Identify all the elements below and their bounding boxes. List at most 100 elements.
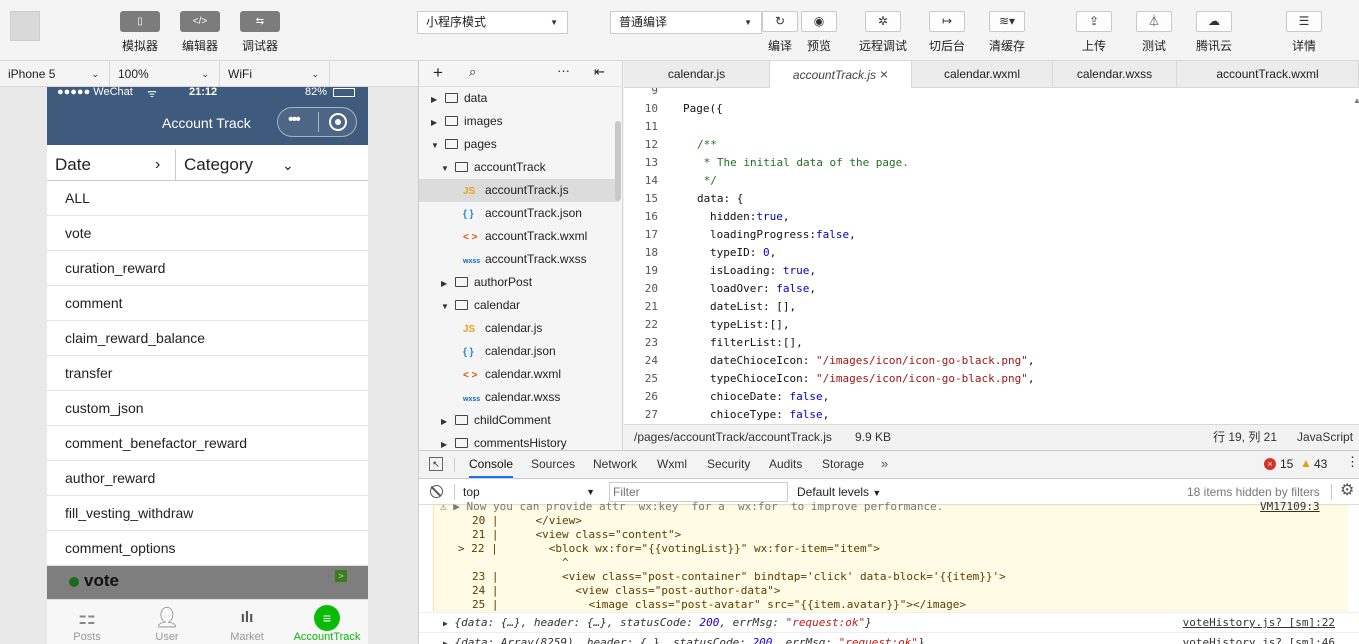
list-item[interactable]: transfer xyxy=(47,356,368,391)
tree-folder[interactable]: ▶ commentsHistory xyxy=(419,432,619,450)
devtools-tab-wxml[interactable]: Wxml xyxy=(657,451,687,478)
context-select[interactable]: top ▼ xyxy=(459,482,599,502)
levels-select[interactable]: Default levels ▼ xyxy=(797,482,881,502)
log-source-link[interactable]: voteHistory.js? [sm]:22 xyxy=(1183,613,1335,633)
devtools-tab-security[interactable]: Security xyxy=(707,451,750,478)
editor-toggle-button[interactable]: </> 编辑器 xyxy=(170,11,230,54)
expand-arrow-icon[interactable]: ▶ xyxy=(443,619,448,628)
tree-file[interactable]: JS calendar.js xyxy=(419,317,619,340)
close-miniprogram-icon[interactable] xyxy=(329,113,347,131)
editor-tab[interactable]: accountTrack.js × xyxy=(770,61,912,88)
more-dots-icon[interactable]: ••• xyxy=(288,111,301,129)
clear-console-icon[interactable] xyxy=(430,485,443,498)
list-item[interactable]: fill_vesting_withdraw xyxy=(47,496,368,531)
tree-folder[interactable]: ▼ calendar xyxy=(419,294,619,317)
caret-right-icon[interactable]: ▶ xyxy=(441,410,451,433)
tree-folder[interactable]: ▼ pages xyxy=(419,133,619,156)
tencent-cloud-button[interactable]: ☁ 腾讯云 xyxy=(1184,11,1244,54)
list-item[interactable]: vote xyxy=(47,216,368,251)
close-icon[interactable]: × xyxy=(876,66,888,82)
list-item[interactable]: author_reward xyxy=(47,461,368,496)
code-editor[interactable]: 9 10 11 12 13 14 15 16 17 18 19 20 21 22 23 24 25 26 27 Pa… xyxy=(624,88,1359,424)
devtools-tab-network[interactable]: Network xyxy=(593,451,637,478)
tree-folder[interactable]: ▼ accountTrack xyxy=(419,156,619,179)
warning-source-link[interactable]: VM17109:3 xyxy=(1260,500,1320,513)
tab-market[interactable]: ılı Market xyxy=(207,600,287,644)
console-filter-input[interactable] xyxy=(609,482,788,502)
kebab-menu-icon[interactable]: ⋮ xyxy=(1346,454,1359,470)
devtools-tab-audits[interactable]: Audits xyxy=(769,451,802,478)
error-count[interactable]: 15 xyxy=(1280,457,1293,471)
caret-right-icon[interactable]: ▶ xyxy=(431,88,441,111)
expand-arrow-icon[interactable]: ▶ xyxy=(443,639,448,644)
date-filter[interactable]: Date › xyxy=(55,150,175,180)
console-log-row[interactable]: ▶ {data: Array(8259), header: {…}, statu… xyxy=(419,632,1359,644)
caret-down-icon[interactable]: ▼ xyxy=(441,295,451,318)
add-icon[interactable]: + xyxy=(433,63,443,83)
devtools-tab-storage[interactable]: Storage xyxy=(822,451,864,478)
console-log-row[interactable]: ▶ {data: {…}, header: {…}, statusCode: 2… xyxy=(419,612,1359,632)
tab-posts[interactable]: ⚏ Posts xyxy=(47,600,127,644)
devtools-tab-console[interactable]: Console xyxy=(469,451,514,478)
list-item[interactable]: claim_reward_balance xyxy=(47,321,368,356)
tree-folder[interactable]: ▶ images xyxy=(419,110,619,133)
remote-debug-button[interactable]: ✲ 远程调试 xyxy=(853,11,913,54)
list-item[interactable]: comment_benefactor_reward xyxy=(47,426,368,461)
caret-right-icon[interactable]: ▶ xyxy=(441,433,451,450)
caret-down-icon[interactable]: ▼ xyxy=(431,134,441,157)
clear-cache-button[interactable]: ≋▾ 清缓存 xyxy=(977,11,1037,54)
editor-tab[interactable]: calendar.js xyxy=(624,61,770,88)
test-button[interactable]: ⏃ 测试 xyxy=(1124,11,1184,54)
list-item[interactable]: curation_reward xyxy=(47,251,368,286)
background-button[interactable]: ↦ 切后台 xyxy=(917,11,977,54)
upload-button[interactable]: ⇪ 上传 xyxy=(1064,11,1124,54)
tree-file[interactable]: wxss accountTrack.wxss xyxy=(419,248,619,271)
network-select[interactable]: WiFi ⌄ xyxy=(220,61,330,87)
more-icon[interactable]: ··· xyxy=(557,63,570,78)
zoom-select[interactable]: 100% ⌄ xyxy=(110,61,220,87)
details-button[interactable]: ☰ 详情 xyxy=(1274,11,1334,54)
settings-gear-icon[interactable]: ⚙ xyxy=(1340,480,1354,500)
compile-mode-select[interactable]: 普通编译 ▼ xyxy=(610,11,762,34)
tree-file[interactable]: wxss calendar.wxss xyxy=(419,386,619,409)
list-item[interactable]: comment_options xyxy=(47,531,368,566)
editor-tab[interactable]: calendar.wxml xyxy=(912,61,1053,88)
caret-right-icon[interactable]: ▶ xyxy=(441,272,451,295)
device-select[interactable]: iPhone 5 ⌄ xyxy=(0,61,110,87)
caret-right-icon[interactable]: ▶ xyxy=(431,111,441,134)
list-item[interactable]: custom_json xyxy=(47,391,368,426)
tree-scrollbar[interactable] xyxy=(615,121,621,201)
devtools-tab-sources[interactable]: Sources xyxy=(531,451,575,478)
tree-file[interactable]: < > accountTrack.wxml xyxy=(419,225,619,248)
scroll-up-icon[interactable]: ▲ xyxy=(1353,96,1359,105)
caret-down-icon[interactable]: ▼ xyxy=(441,157,451,180)
more-tabs-icon[interactable]: » xyxy=(881,456,888,471)
log-source-link[interactable]: voteHistory.js? [sm]:46 xyxy=(1183,633,1335,644)
tree-folder[interactable]: ▶ authorPost xyxy=(419,271,619,294)
list-item[interactable]: ALL xyxy=(47,181,368,216)
user-avatar[interactable] xyxy=(10,11,40,41)
editor-tab[interactable]: calendar.wxss xyxy=(1053,61,1177,88)
language-mode[interactable]: JavaScript xyxy=(1297,425,1353,450)
category-filter[interactable]: Category ⌄ xyxy=(184,150,309,180)
simulator-toggle-button[interactable]: ▯ 模拟器 xyxy=(110,11,170,54)
cursor-position[interactable]: 行 19, 列 21 xyxy=(1213,425,1277,450)
search-icon[interactable]: ⌕ xyxy=(469,64,476,80)
list-item[interactable]: comment xyxy=(47,286,368,321)
debugger-toggle-button[interactable]: ⇆ 调试器 xyxy=(230,11,290,54)
capsule-menu[interactable]: ••• xyxy=(277,107,357,137)
tree-file[interactable]: < > calendar.wxml xyxy=(419,363,619,386)
tree-file[interactable]: JS accountTrack.js xyxy=(419,179,619,202)
preview-button[interactable]: ◉ 预览 xyxy=(789,11,849,54)
mode-select[interactable]: 小程序模式 ▼ xyxy=(417,11,568,34)
tree-file[interactable]: { } accountTrack.json xyxy=(419,202,619,225)
tab-user[interactable]: 👤︎ User xyxy=(127,600,207,644)
inspect-icon[interactable]: ↖ xyxy=(429,457,443,471)
tab-accounttrack[interactable]: ≡ AccountTrack xyxy=(287,600,367,644)
tree-folder[interactable]: ▶ data xyxy=(419,87,619,110)
warning-count[interactable]: 43 xyxy=(1314,457,1327,471)
collapse-icon[interactable]: ⇤ xyxy=(594,64,605,80)
tree-folder[interactable]: ▶ childComment xyxy=(419,409,619,432)
tree-file[interactable]: { } calendar.json xyxy=(419,340,619,363)
editor-tab[interactable]: accountTrack.wxml xyxy=(1177,61,1359,88)
